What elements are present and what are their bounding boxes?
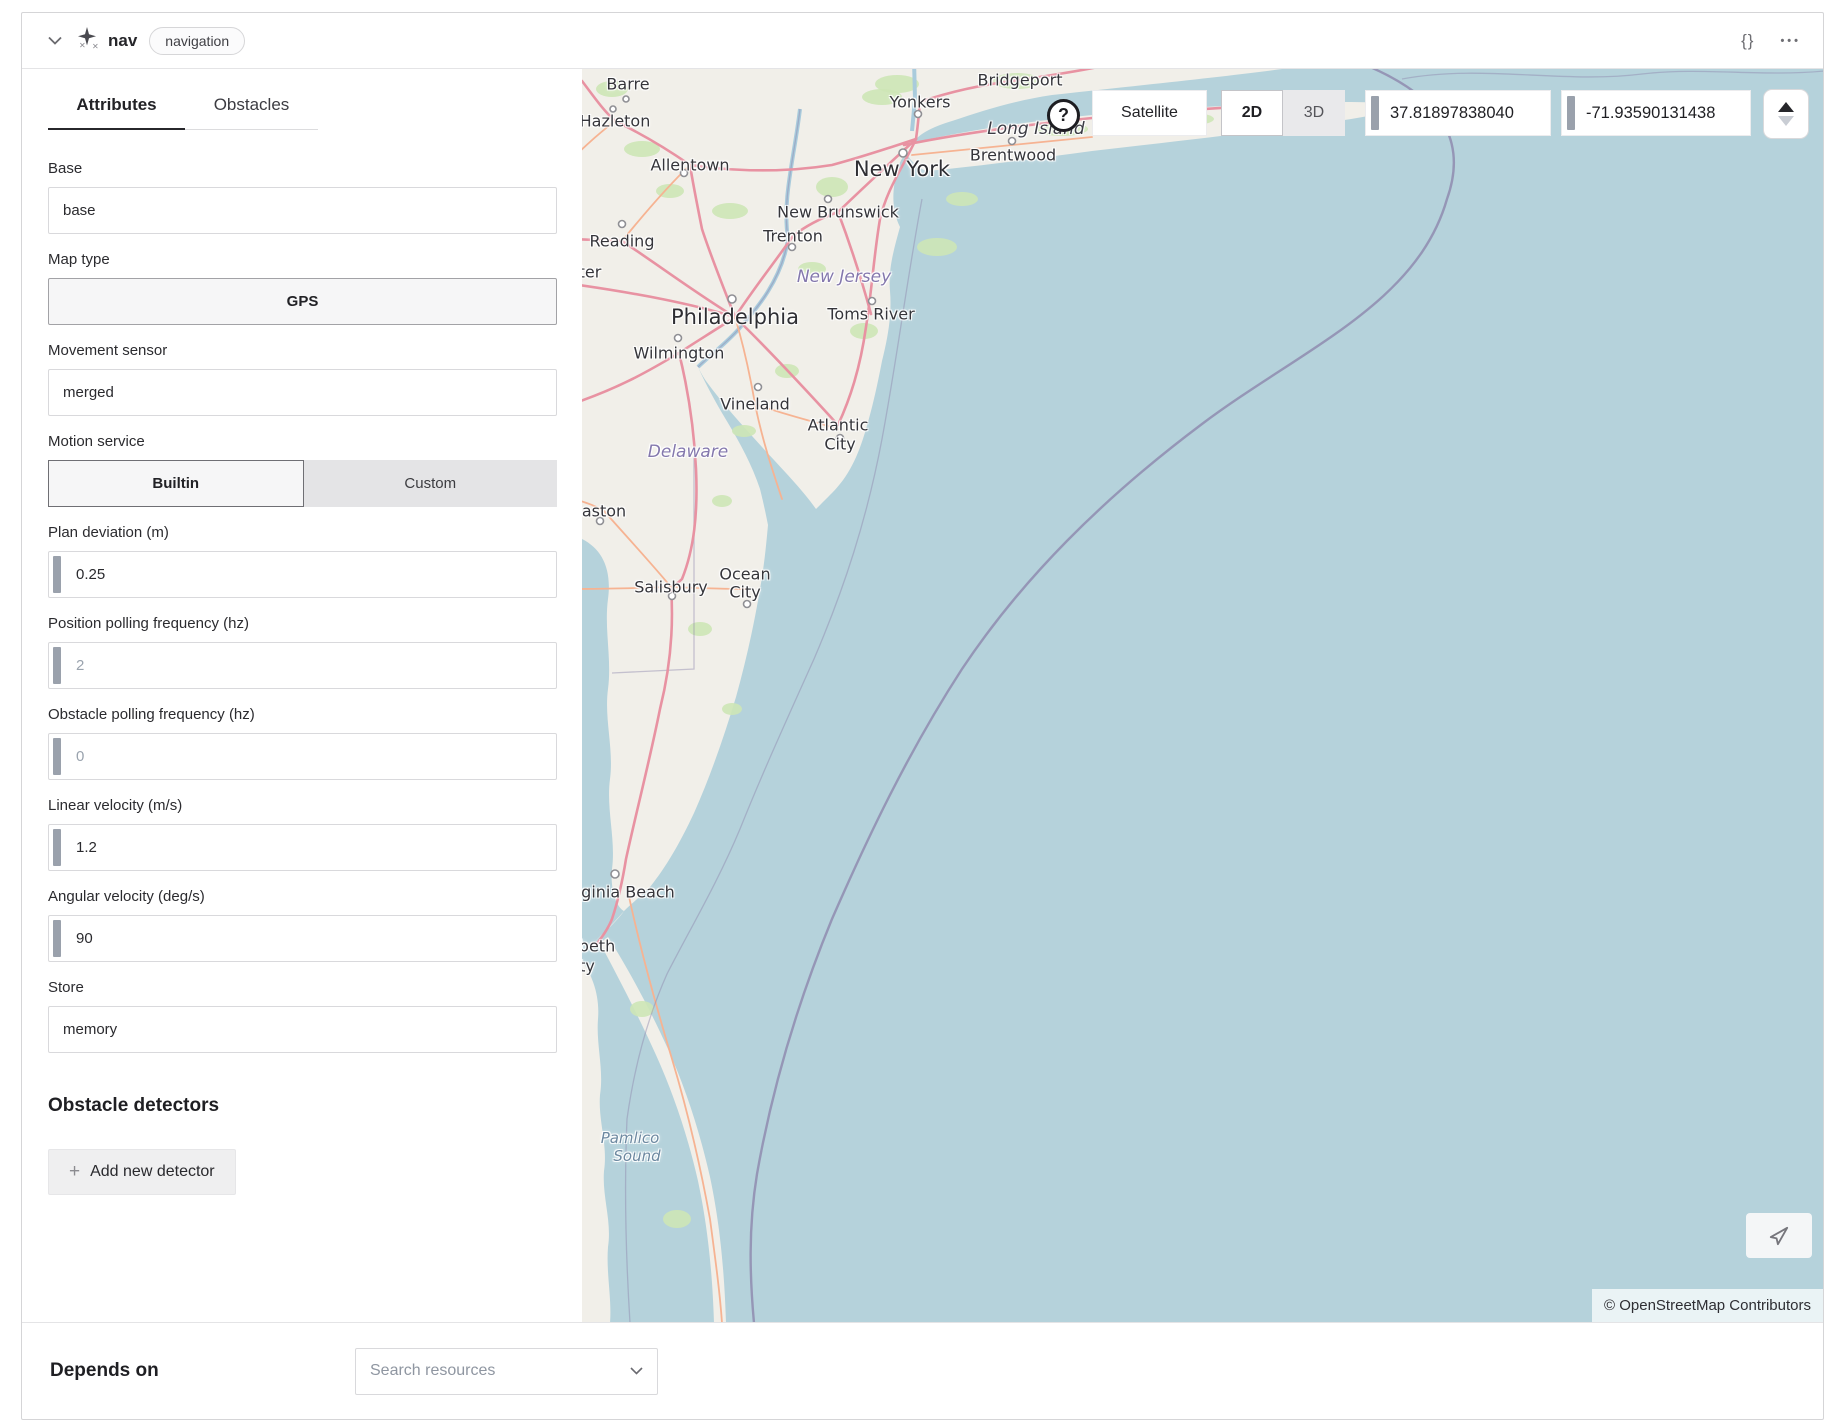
map-type-gps-button[interactable]: GPS bbox=[48, 278, 557, 325]
plus-icon: + bbox=[69, 1161, 80, 1183]
ellipsis-menu-icon[interactable]: ••• bbox=[1780, 35, 1801, 47]
config-panel: Attributes Obstacles Base Map type GPS M… bbox=[22, 69, 582, 1322]
resource-title: nav bbox=[108, 31, 137, 51]
number-drag-handle[interactable] bbox=[53, 738, 61, 775]
obstacle-detectors-heading: Obstacle detectors bbox=[48, 1095, 557, 1117]
base-input[interactable] bbox=[48, 187, 557, 234]
map-label-ter: ter bbox=[582, 263, 601, 282]
depends-on-row: Depends on Search resources bbox=[22, 1322, 1823, 1419]
map-label-sound: Sound bbox=[613, 1147, 660, 1165]
number-drag-handle[interactable] bbox=[53, 556, 61, 593]
number-drag-handle[interactable] bbox=[1371, 96, 1379, 130]
add-detector-label: Add new detector bbox=[90, 1163, 215, 1181]
map-label-ginia-beach: ginia Beach bbox=[582, 883, 675, 902]
map-label-barre: Barre bbox=[606, 75, 649, 94]
sort-arrows-button[interactable] bbox=[1763, 89, 1809, 139]
card-main: Attributes Obstacles Base Map type GPS M… bbox=[22, 69, 1823, 1322]
satellite-button[interactable]: Satellite bbox=[1092, 90, 1207, 136]
map-label-brentwood: Brentwood bbox=[970, 146, 1056, 165]
motion-service-custom-option[interactable]: Custom bbox=[304, 460, 558, 507]
depends-on-heading: Depends on bbox=[50, 1360, 355, 1382]
add-detector-button[interactable]: + Add new detector bbox=[48, 1149, 236, 1195]
longitude-input[interactable] bbox=[1562, 91, 1750, 135]
svg-text:✕: ✕ bbox=[79, 41, 86, 50]
navigation-service-icon: ✕ ✕ bbox=[76, 26, 100, 55]
depends-on-select[interactable]: Search resources bbox=[355, 1348, 658, 1395]
longitude-field bbox=[1561, 90, 1751, 136]
map-label-new-brunswick: New Brunswick bbox=[777, 203, 899, 222]
movement-sensor-label: Movement sensor bbox=[48, 342, 557, 359]
latitude-input[interactable] bbox=[1366, 91, 1550, 135]
map-view[interactable]: Barre Hazleton Allentown Reading ter Bridgepo… bbox=[582, 69, 1823, 1322]
card-header: ✕ ✕ nav navigation {} ••• bbox=[22, 13, 1823, 69]
code-braces-icon[interactable]: {} bbox=[1741, 31, 1754, 51]
map-label-vineland: Vineland bbox=[720, 395, 790, 414]
panel-tabs: Attributes Obstacles bbox=[48, 87, 318, 130]
map-label-new-york: New York bbox=[854, 157, 950, 181]
mode-3d-button[interactable]: 3D bbox=[1283, 90, 1345, 136]
linear-velocity-label: Linear velocity (m/s) bbox=[48, 797, 557, 814]
motion-service-builtin-option[interactable]: Builtin bbox=[48, 460, 304, 507]
map-label-atlantic: Atlantic bbox=[808, 416, 869, 435]
map-label-hazleton: Hazleton bbox=[582, 112, 650, 131]
recenter-button[interactable] bbox=[1746, 1213, 1812, 1258]
svg-text:✕: ✕ bbox=[92, 42, 99, 50]
position-polling-label: Position polling frequency (hz) bbox=[48, 615, 557, 632]
map-label-yonkers: Yonkers bbox=[889, 93, 950, 112]
number-drag-handle[interactable] bbox=[53, 647, 61, 684]
map-label-ocean: Ocean bbox=[719, 565, 770, 584]
position-polling-input[interactable] bbox=[48, 642, 557, 689]
motion-service-segment: Builtin Custom bbox=[48, 460, 557, 507]
resource-type-badge: navigation bbox=[149, 27, 245, 55]
map-attribution: © OpenStreetMap Contributors bbox=[1592, 1289, 1823, 1322]
angular-velocity-label: Angular velocity (deg/s) bbox=[48, 888, 557, 905]
movement-sensor-input[interactable] bbox=[48, 369, 557, 416]
motion-service-label: Motion service bbox=[48, 433, 557, 450]
plan-deviation-input[interactable] bbox=[48, 551, 557, 598]
map-type-label: Map type bbox=[48, 251, 557, 268]
map-label-allentown: Allentown bbox=[650, 156, 729, 175]
map-label-bridgeport: Bridgeport bbox=[978, 71, 1063, 90]
map-label-wilmington: Wilmington bbox=[634, 344, 725, 363]
linear-velocity-input[interactable] bbox=[48, 824, 557, 871]
map-tiles bbox=[582, 69, 1823, 1322]
map-label-beth: beth bbox=[582, 937, 615, 956]
angular-velocity-input[interactable] bbox=[48, 915, 557, 962]
obstacle-polling-input[interactable] bbox=[48, 733, 557, 780]
obstacle-polling-label: Obstacle polling frequency (hz) bbox=[48, 706, 557, 723]
tab-obstacles[interactable]: Obstacles bbox=[185, 87, 318, 129]
map-label-aston: aston bbox=[582, 502, 626, 521]
arrow-down-icon bbox=[1778, 116, 1794, 126]
map-label-ty: ty bbox=[582, 957, 595, 976]
arrow-up-icon bbox=[1778, 102, 1794, 112]
map-label-city: City bbox=[729, 583, 760, 602]
number-drag-handle[interactable] bbox=[53, 920, 61, 957]
number-drag-handle[interactable] bbox=[53, 829, 61, 866]
chevron-down-icon bbox=[630, 1362, 643, 1380]
base-label: Base bbox=[48, 160, 557, 177]
tab-attributes[interactable]: Attributes bbox=[48, 87, 185, 130]
number-drag-handle[interactable] bbox=[1567, 96, 1575, 130]
map-label-reading: Reading bbox=[590, 232, 655, 251]
navigate-arrow-icon bbox=[1767, 1224, 1791, 1248]
store-input[interactable] bbox=[48, 1006, 557, 1053]
store-label: Store bbox=[48, 979, 557, 996]
map-label-trenton: Trenton bbox=[763, 227, 823, 246]
map-label-delaware: Delaware bbox=[648, 442, 728, 462]
map-label-new-jersey: New Jersey bbox=[797, 267, 891, 287]
resource-card: ✕ ✕ nav navigation {} ••• Attributes Obs… bbox=[21, 12, 1824, 1420]
map-label-pamlico: Pamlico bbox=[601, 1129, 660, 1147]
mode-2d-button[interactable]: 2D bbox=[1221, 90, 1283, 136]
map-label-philadelphia: Philadelphia bbox=[671, 305, 799, 329]
help-icon[interactable]: ? bbox=[1047, 99, 1080, 132]
map-label-city: City bbox=[824, 435, 855, 454]
map-label-salisbury: Salisbury bbox=[634, 578, 708, 597]
plan-deviation-label: Plan deviation (m) bbox=[48, 524, 557, 541]
map-label-toms-river: Toms River bbox=[827, 305, 914, 324]
map-mode-toggle: 2D 3D bbox=[1221, 90, 1345, 136]
depends-on-placeholder: Search resources bbox=[370, 1362, 495, 1380]
chevron-down-icon[interactable] bbox=[44, 30, 66, 52]
latitude-field bbox=[1365, 90, 1551, 136]
